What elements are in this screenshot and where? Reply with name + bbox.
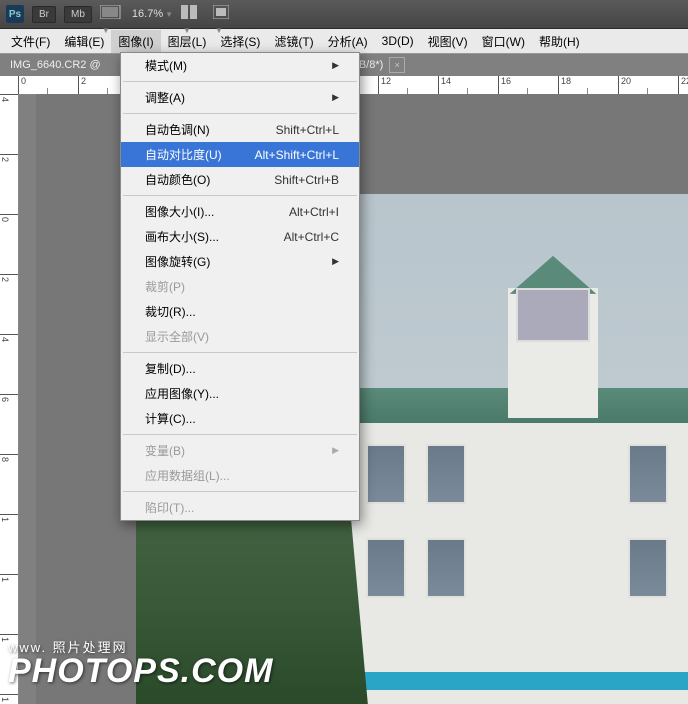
shortcut-label: Alt+Ctrl+C <box>284 230 339 244</box>
menu-view[interactable]: 视图(V) <box>421 30 475 53</box>
menu-item-datasets: 应用数据组(L)... <box>121 463 359 488</box>
menu-3d[interactable]: 3D(D) <box>375 31 421 51</box>
window <box>426 538 466 598</box>
window <box>366 538 406 598</box>
submenu-arrow-icon: ▶ <box>332 92 339 103</box>
window <box>366 444 406 504</box>
menu-help[interactable]: 帮助(H) <box>532 30 587 53</box>
watermark-main: PHOTOPS.COM <box>8 654 273 688</box>
watermark: www. 照片处理网 PHOTOPS.COM <box>8 641 273 688</box>
screen-mode-icon[interactable]: ▼ <box>100 5 124 23</box>
app-logo: Ps <box>6 5 24 23</box>
app-toolbar: Ps Br Mb ▼ 16.7%▼ ▼ ▼ <box>0 0 688 29</box>
window <box>628 444 668 504</box>
tab-close-button[interactable]: × <box>389 57 405 73</box>
menu-item-autocontrast[interactable]: 自动对比度(U)Alt+Shift+Ctrl+L <box>121 142 359 167</box>
window <box>628 538 668 598</box>
shortcut-label: Alt+Shift+Ctrl+L <box>255 148 339 162</box>
arrange-documents-icon[interactable]: ▼ <box>181 5 205 23</box>
building <box>346 388 688 704</box>
menu-item-imagesize[interactable]: 图像大小(I)...Alt+Ctrl+I <box>121 199 359 224</box>
menu-item-variables: 变量(B)▶ <box>121 438 359 463</box>
zoom-level[interactable]: 16.7%▼ <box>132 8 173 20</box>
menu-separator <box>123 352 357 353</box>
menu-item-applyimage[interactable]: 应用图像(Y)... <box>121 381 359 406</box>
submenu-arrow-icon: ▶ <box>332 445 339 456</box>
menu-item-canvassize[interactable]: 画布大小(S)...Alt+Ctrl+C <box>121 224 359 249</box>
menu-item-calculations[interactable]: 计算(C)... <box>121 406 359 431</box>
bridge-button[interactable]: Br <box>32 6 56 23</box>
tower <box>508 288 598 418</box>
screen-mode2-icon[interactable]: ▼ <box>213 5 237 23</box>
menu-separator <box>123 434 357 435</box>
submenu-arrow-icon: ▶ <box>332 256 339 267</box>
menu-separator <box>123 195 357 196</box>
ruler-corner <box>0 76 19 95</box>
menu-item-duplicate[interactable]: 复制(D)... <box>121 356 359 381</box>
menu-separator <box>123 113 357 114</box>
menu-item-revealall: 显示全部(V) <box>121 324 359 349</box>
tower-opening <box>516 288 590 342</box>
menu-item-autocolor[interactable]: 自动颜色(O)Shift+Ctrl+B <box>121 167 359 192</box>
menu-file[interactable]: 文件(F) <box>4 30 57 53</box>
window <box>426 444 466 504</box>
menu-item-adjustments[interactable]: 调整(A)▶ <box>121 85 359 110</box>
building-stripe <box>346 672 688 690</box>
document-tab-name[interactable]: IMG_6640.CR2 @ <box>10 59 101 71</box>
menu-window[interactable]: 窗口(W) <box>475 30 532 53</box>
menu-separator <box>123 81 357 82</box>
menu-item-mode[interactable]: 模式(M)▶ <box>121 53 359 78</box>
menu-item-trap: 陷印(T)... <box>121 495 359 520</box>
shortcut-label: Alt+Ctrl+I <box>289 205 339 219</box>
menu-image[interactable]: 图像(I) <box>111 30 160 53</box>
menu-item-trim[interactable]: 裁切(R)... <box>121 299 359 324</box>
ruler-vertical: 4202468111112 <box>0 94 19 704</box>
submenu-arrow-icon: ▶ <box>332 60 339 71</box>
minibridge-button[interactable]: Mb <box>64 6 92 23</box>
image-menu-dropdown: 模式(M)▶ 调整(A)▶ 自动色调(N)Shift+Ctrl+L 自动对比度(… <box>120 52 360 521</box>
menu-item-autotone[interactable]: 自动色调(N)Shift+Ctrl+L <box>121 117 359 142</box>
shortcut-label: Shift+Ctrl+L <box>276 123 339 137</box>
shortcut-label: Shift+Ctrl+B <box>274 173 339 187</box>
menu-filter[interactable]: 滤镜(T) <box>267 30 320 53</box>
menu-item-rotate[interactable]: 图像旋转(G)▶ <box>121 249 359 274</box>
menu-item-crop: 裁剪(P) <box>121 274 359 299</box>
menu-analysis[interactable]: 分析(A) <box>321 30 375 53</box>
menu-separator <box>123 491 357 492</box>
